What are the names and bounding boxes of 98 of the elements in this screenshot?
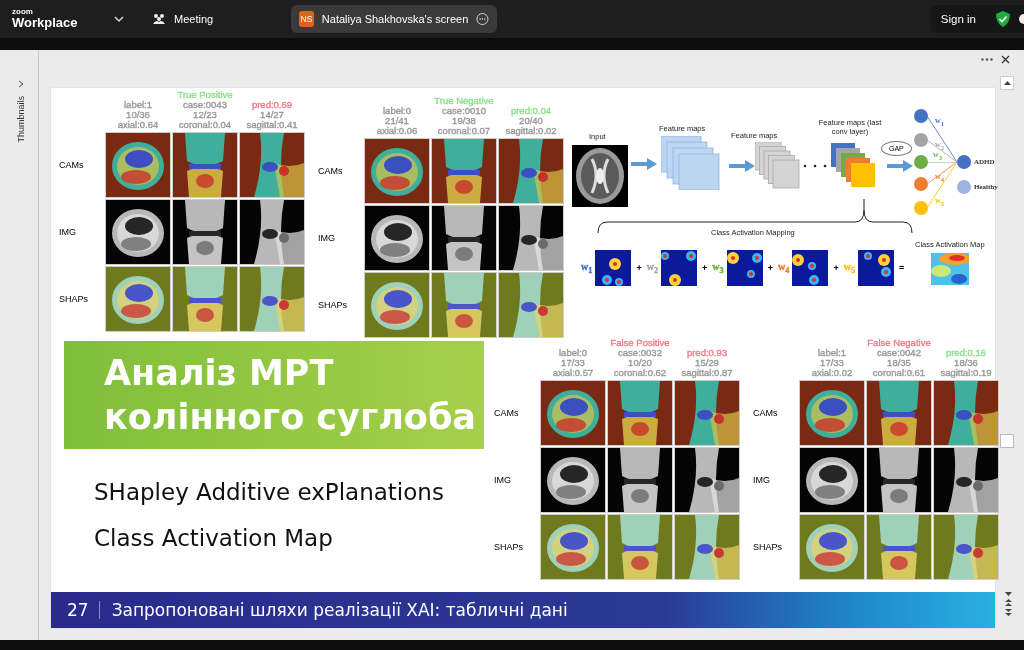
arrow-icon [631,158,657,170]
weight-label: w$_{3}$ [933,150,943,161]
image-caption: coronal:0.62 [613,368,667,378]
weight-label: w$_{4}$ [935,172,945,183]
image-caption: True Negative [434,96,494,106]
image-caption: 18/36 [954,358,978,368]
image-caption: sagittal:0.41 [246,120,298,130]
image-caption: coronal:0.04 [178,120,232,130]
screen-share-pill[interactable]: NS Nataliya Shakhovska's screen [291,5,498,33]
previous-page-icon[interactable] [1004,599,1012,606]
image-caption: pred:0.04 [510,106,552,116]
image-caption: pred:0.16 [945,348,987,358]
weight-label: w$_{4}$ [778,261,790,275]
row-label: IMG [494,475,512,485]
image-caption: 21/41 [385,116,409,126]
image-caption: pred:0.69 [251,100,293,110]
row-label: SHAPs [753,542,783,552]
image-caption: pred:0.93 [686,348,728,358]
logo-text: zoom [12,8,34,16]
image-caption: 10/36 [126,110,150,120]
weight-label: w$_{5}$ [935,196,945,207]
row-label: CAMs [59,160,85,170]
meeting-label[interactable]: Meeting [174,13,214,25]
image-caption: case:0010 [442,106,486,116]
slide-text: SHapley Additive exPlanations [94,479,445,505]
image-caption: sagittal:0.19 [940,368,992,378]
operator: = [898,263,906,273]
more-icon[interactable] [981,57,993,61]
image-caption: axial:0.64 [117,120,159,130]
logo-text: Workplace [12,16,79,30]
next-page-icon[interactable] [1004,609,1012,616]
scroll-thumb[interactable] [1000,434,1014,448]
image-caption: axial:0.02 [811,368,853,378]
image-caption: case:0032 [618,348,662,358]
shield-check-icon [996,11,1010,27]
scroll-down-icon[interactable] [1004,592,1012,596]
image-caption: label:0 [559,348,587,358]
image-caption: 17/33 [561,358,585,368]
operator: + [635,263,643,273]
image-caption: 18/35 [887,358,911,368]
row-label: SHAPs [59,294,89,304]
image-caption: label:1 [818,348,846,358]
row-label: CAMs [753,408,779,418]
weight-label: w$_{2}$ [935,140,945,151]
arrow-icon [729,160,755,172]
slide-title: колінного суглоба [104,396,477,439]
slide-text: Class Activation Map [94,525,334,551]
chevron-right-icon[interactable] [18,80,24,88]
image-caption: sagittal:0.87 [681,368,733,378]
footer-title: Запропоновані шляхи реалізації XAI: табличні дані [110,600,568,620]
image-caption: coronal:0.61 [872,368,926,378]
ellipsis-icon [803,164,827,168]
image-caption: case:0042 [877,348,921,358]
image-caption: 10/20 [628,358,652,368]
weight-label: w$_{1}$ [935,116,945,127]
operator: + [701,263,709,273]
arrow-icon [887,160,913,172]
row-label: CAMs [318,166,344,176]
image-caption: sagittal:0.02 [505,126,557,136]
close-icon[interactable] [1001,54,1010,64]
image-caption: axial:0.06 [376,126,418,136]
row-label: IMG [59,227,77,237]
image-caption: 14/27 [260,110,284,120]
slide-title: Аналіз МРТ [104,352,335,395]
image-caption: 20/40 [519,116,543,126]
avatar: NS [299,11,314,27]
operator: + [832,263,840,273]
weight-label: w$_{2}$ [646,261,659,275]
image-caption: case:0043 [183,100,227,110]
image-caption: 12/23 [193,110,217,120]
row-label: IMG [753,475,771,485]
feature-maps-drawing [755,142,801,190]
weight-label: w$_{1}$ [581,261,593,275]
row-label: SHAPs [494,542,524,552]
more-icon[interactable] [476,12,490,26]
scroll-up-icon[interactable] [1000,76,1014,90]
chevron-down-icon[interactable] [114,16,124,22]
status-icon [1018,13,1024,25]
image-caption: False Negative [867,338,931,348]
image-caption: label:1 [124,100,152,110]
row-label: IMG [318,233,336,243]
image-caption: True Positive [177,90,233,100]
image-caption: False Positive [610,338,670,348]
weight-label: w$_{5}$ [843,261,856,275]
image-caption: coronal:0.07 [437,126,491,136]
operator: + [766,263,774,273]
image-caption: 17/33 [820,358,844,368]
thumbnails-tab[interactable]: Thumbnails [16,96,26,143]
image-caption: 15/29 [695,358,719,368]
row-label: CAMs [494,408,520,418]
people-icon[interactable] [152,13,166,25]
image-caption: label:0 [383,106,411,116]
slide-number: 27 [51,601,100,619]
row-label: SHAPs [318,300,348,310]
weight-label: w$_{3}$ [712,261,724,275]
image-caption: 19/38 [452,116,476,126]
share-label: Nataliya Shakhovska's screen [321,13,469,25]
image-caption: axial:0.57 [552,368,594,378]
